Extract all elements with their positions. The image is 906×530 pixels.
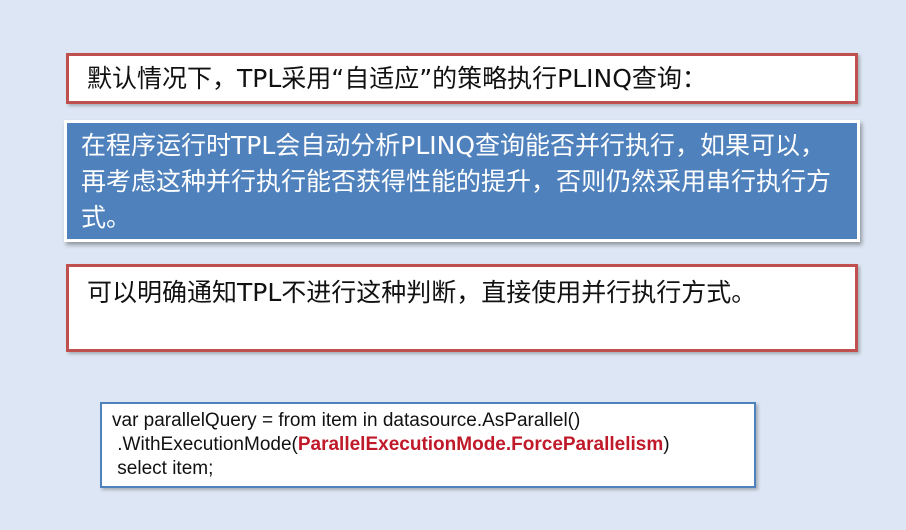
code-highlight-force-parallelism: ParallelExecutionMode.ForceParallelism bbox=[297, 434, 664, 455]
runtime-analysis-text: 在程序运行时TPL会自动分析PLINQ查询能否并行执行，如果可以，再考虑这种并行… bbox=[81, 131, 832, 232]
default-strategy-box: 默认情况下，TPL采用“自适应”的策略执行PLINQ查询： bbox=[66, 53, 858, 104]
code-line-1: var parallelQuery = from item in datasou… bbox=[112, 410, 581, 431]
force-parallel-text: 可以明确通知TPL不进行这种判断，直接使用并行执行方式。 bbox=[87, 278, 757, 307]
code-line-2-suffix: ) bbox=[663, 434, 670, 455]
code-line-2-prefix: .WithExecutionMode( bbox=[112, 434, 298, 455]
runtime-analysis-box: 在程序运行时TPL会自动分析PLINQ查询能否并行执行，如果可以，再考虑这种并行… bbox=[64, 120, 860, 242]
code-line-2: .WithExecutionMode(ParallelExecutionMode… bbox=[112, 433, 744, 457]
default-strategy-text: 默认情况下，TPL采用“自适应”的策略执行PLINQ查询： bbox=[87, 63, 707, 93]
code-snippet-box: var parallelQuery = from item in datasou… bbox=[100, 402, 756, 488]
force-parallel-box: 可以明确通知TPL不进行这种判断，直接使用并行执行方式。 bbox=[66, 264, 858, 352]
code-line-3: select item; bbox=[112, 458, 214, 479]
